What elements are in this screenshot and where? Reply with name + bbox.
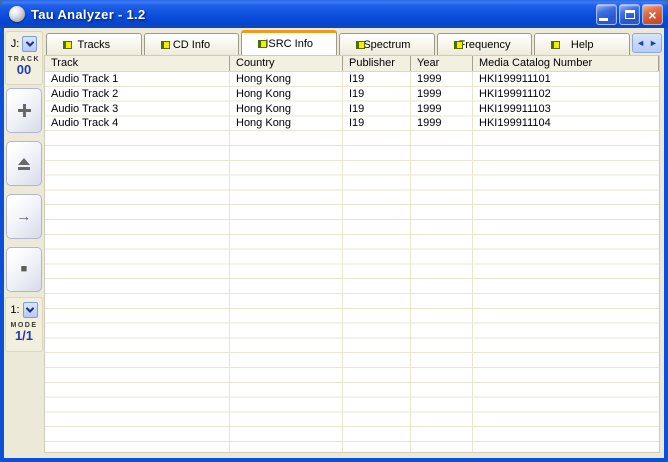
tab-label: Spectrum — [363, 39, 410, 51]
tab-label: Help — [571, 39, 594, 51]
table-row[interactable]: Audio Track 4Hong KongI191999HKI19991110… — [45, 116, 659, 131]
tab-frequency[interactable]: Frequency — [437, 33, 533, 55]
maximize-button[interactable] — [619, 4, 640, 25]
drive-select-value: J: — [11, 38, 20, 50]
column-header-track: Track — [45, 56, 230, 71]
titlebar: Tau Analyzer - 1.2 × — [0, 0, 668, 28]
column-header-year: Year — [411, 56, 473, 71]
tab-cd-info[interactable]: CD Info — [144, 33, 240, 55]
tab-next-button[interactable]: ► — [649, 39, 658, 48]
table-body: Audio Track 1Hong KongI191999HKI19991110… — [45, 72, 659, 452]
tab-indicator-icon — [454, 41, 463, 49]
app-icon — [9, 6, 25, 22]
plus-icon — [18, 104, 31, 117]
column-header-country: Country — [230, 56, 343, 71]
drive-select[interactable] — [22, 36, 37, 52]
table-cell: I19 — [343, 102, 411, 117]
isrc-info-panel: TrackCountryPublisherYearMedia Catalog N… — [44, 55, 660, 453]
table-cell: I19 — [343, 87, 411, 102]
eject-icon — [18, 158, 30, 165]
close-icon: × — [648, 8, 656, 22]
table-cell: 1999 — [411, 87, 473, 102]
table-cell: I19 — [343, 72, 411, 87]
table-cell: 1999 — [411, 102, 473, 117]
tab-label: Frequency — [459, 39, 511, 51]
table-cell: HKI199911101 — [473, 72, 659, 87]
tab-help[interactable]: Help — [534, 33, 630, 55]
tab-tracks[interactable]: Tracks — [46, 33, 142, 55]
table-cell: 1999 — [411, 116, 473, 131]
table-cell: Audio Track 3 — [45, 102, 230, 117]
table-row[interactable]: Audio Track 3Hong KongI191999HKI19991110… — [45, 102, 659, 117]
eject-button[interactable] — [6, 141, 42, 186]
table-cell: 1999 — [411, 72, 473, 87]
tab-spectrum[interactable]: Spectrum — [339, 33, 435, 55]
tab-indicator-icon — [161, 41, 170, 49]
tab-prev-button[interactable]: ◄ — [636, 39, 645, 48]
tab-isrc-info[interactable]: ISRC Info — [241, 30, 337, 55]
minimize-button[interactable] — [596, 4, 617, 25]
session-select-value: 1: — [10, 304, 19, 316]
table-row[interactable]: Audio Track 1Hong KongI191999HKI19991110… — [45, 72, 659, 87]
table-cell: I19 — [343, 116, 411, 131]
tab-indicator-icon — [356, 41, 365, 49]
sidebar: J: TRACK 00 → ■ — [4, 28, 44, 458]
table-cell: Hong Kong — [230, 87, 343, 102]
window-body: J: TRACK 00 → ■ — [4, 28, 664, 458]
table-cell: HKI199911104 — [473, 116, 659, 131]
tab-scroll-buttons: ◄ ► — [632, 33, 662, 53]
stop-icon: ■ — [21, 264, 28, 275]
table-cell: Audio Track 2 — [45, 87, 230, 102]
app-window: Tau Analyzer - 1.2 × J: TRACK 00 — [0, 0, 668, 462]
table-cell: HKI199911103 — [473, 102, 659, 117]
tab-indicator-icon — [551, 41, 560, 49]
tab-bar: Tracks CD Info ISRC Info Spectrum Freque… — [46, 30, 662, 55]
arrow-right-icon: → — [17, 209, 32, 224]
close-button[interactable]: × — [642, 4, 663, 25]
chevron-down-icon — [26, 38, 34, 46]
column-header-publisher: Publisher — [343, 56, 411, 71]
table-header: TrackCountryPublisherYearMedia Catalog N… — [45, 56, 659, 72]
session-select[interactable] — [23, 302, 38, 318]
table-rows: Audio Track 1Hong KongI191999HKI19991110… — [45, 72, 659, 131]
minimize-icon — [599, 18, 608, 21]
chevron-down-icon — [26, 304, 34, 312]
table-row[interactable]: Audio Track 2Hong KongI191999HKI19991110… — [45, 87, 659, 102]
mode-value: 1/1 — [6, 329, 42, 343]
table-cell: Hong Kong — [230, 116, 343, 131]
drive-panel: J: TRACK 00 — [5, 31, 43, 85]
tab-indicator-icon — [258, 40, 267, 48]
next-track-button[interactable]: → — [6, 194, 42, 239]
column-header-media-catalog-number: Media Catalog Number — [473, 56, 659, 71]
window-title: Tau Analyzer - 1.2 — [31, 7, 146, 22]
table-cell: Audio Track 1 — [45, 72, 230, 87]
tab-label: ISRC Info — [265, 38, 313, 50]
mode-panel: 1: MODE 1/1 — [5, 297, 43, 352]
tab-label: Tracks — [78, 39, 111, 51]
table-cell: HKI199911102 — [473, 87, 659, 102]
tab-label: CD Info — [173, 39, 210, 51]
tab-indicator-icon — [63, 41, 72, 49]
table-cell: Hong Kong — [230, 102, 343, 117]
table-cell: Audio Track 4 — [45, 116, 230, 131]
table-cell: Hong Kong — [230, 72, 343, 87]
plus-button[interactable] — [6, 88, 42, 133]
maximize-icon — [625, 10, 635, 19]
stop-button[interactable]: ■ — [6, 247, 42, 292]
track-value: 00 — [6, 63, 42, 77]
